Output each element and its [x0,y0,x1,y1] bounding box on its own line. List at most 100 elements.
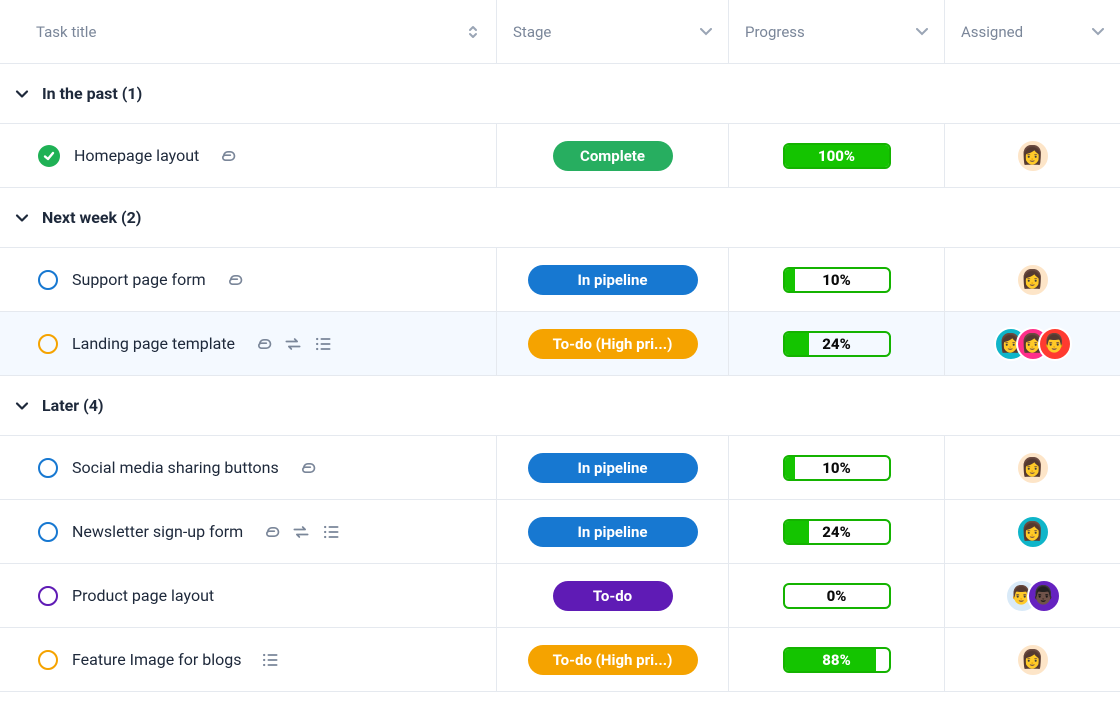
progress-bar[interactable]: 24% [783,519,891,545]
avatar-stack[interactable]: 👩 [1016,643,1050,677]
stage-cell[interactable]: To-do [496,564,728,627]
task-title-cell[interactable]: Product page layout [0,564,496,627]
caret-down-icon[interactable] [700,28,712,36]
column-header-title[interactable]: Task title [0,0,496,63]
status-check-icon[interactable] [38,145,60,167]
subtasks-icon[interactable] [313,334,333,354]
avatar[interactable]: 👩 [1016,515,1050,549]
task-row[interactable]: Feature Image for blogs To-do (High pri.… [0,628,1120,692]
attachment-icon[interactable] [261,522,281,542]
attachment-icon[interactable] [217,146,237,166]
assigned-cell[interactable]: 👩 [944,628,1120,691]
task-title-cell[interactable]: Landing page template [0,312,496,375]
chevron-down-icon[interactable] [14,210,30,226]
assigned-cell[interactable]: 👩 [944,500,1120,563]
progress-fill [785,457,795,479]
stage-pill[interactable]: In pipeline [528,517,698,547]
stage-pill[interactable]: Complete [553,141,673,171]
caret-down-icon[interactable] [1092,28,1104,36]
stage-cell[interactable]: To-do (High pri...) [496,628,728,691]
progress-cell[interactable]: 10% [728,248,944,311]
assigned-cell[interactable]: 👨👨🏿 [944,564,1120,627]
task-row[interactable]: Support page form In pipeline 10% 👩 [0,248,1120,312]
stage-cell[interactable]: In pipeline [496,500,728,563]
task-title-cell[interactable]: Newsletter sign-up form [0,500,496,563]
group-header-row[interactable]: Later (4) [0,376,1120,436]
avatar[interactable]: 👨 [1038,327,1072,361]
progress-cell[interactable]: 100% [728,124,944,187]
stage-cell[interactable]: To-do (High pri...) [496,312,728,375]
recurring-icon[interactable] [283,334,303,354]
avatar-stack[interactable]: 👩 [1016,263,1050,297]
subtasks-icon[interactable] [321,522,341,542]
task-title: Support page form [72,270,206,289]
status-ring-icon[interactable] [38,522,58,542]
assigned-cell[interactable]: 👩 [944,436,1120,499]
progress-bar[interactable]: 88% [783,647,891,673]
stage-pill[interactable]: To-do (High pri...) [528,645,698,675]
task-meta-icons [297,458,317,478]
avatar[interactable]: 👩 [1016,263,1050,297]
stage-cell[interactable]: Complete [496,124,728,187]
progress-bar[interactable]: 0% [783,583,891,609]
stage-pill[interactable]: To-do (High pri...) [528,329,698,359]
avatar-stack[interactable]: 👨👨🏿 [1005,579,1061,613]
assigned-cell[interactable]: 👩 [944,248,1120,311]
progress-cell[interactable]: 24% [728,500,944,563]
progress-bar[interactable]: 10% [783,267,891,293]
status-ring-icon[interactable] [38,458,58,478]
progress-cell[interactable]: 24% [728,312,944,375]
progress-bar[interactable]: 100% [783,143,891,169]
attachment-icon[interactable] [297,458,317,478]
stage-cell[interactable]: In pipeline [496,436,728,499]
avatar-image: 👩 [1021,145,1043,166]
status-ring-icon[interactable] [38,334,58,354]
progress-cell[interactable]: 10% [728,436,944,499]
recurring-icon[interactable] [291,522,311,542]
attachment-icon[interactable] [224,270,244,290]
sort-icon[interactable] [466,24,480,40]
subtasks-icon[interactable] [260,650,280,670]
progress-cell[interactable]: 88% [728,628,944,691]
assigned-cell[interactable]: 👩👩👨 [944,312,1120,375]
group-header-row[interactable]: Next week (2) [0,188,1120,248]
task-meta-icons [224,270,244,290]
progress-fill [785,333,810,355]
progress-bar[interactable]: 10% [783,455,891,481]
avatar-stack[interactable]: 👩 [1016,451,1050,485]
column-header-assigned[interactable]: Assigned [944,0,1120,63]
chevron-down-icon[interactable] [14,86,30,102]
group-header-row[interactable]: In the past (1) [0,64,1120,124]
avatar[interactable]: 👩 [1016,139,1050,173]
task-row[interactable]: Newsletter sign-up form In pipeline 24% 👩 [0,500,1120,564]
progress-bar[interactable]: 24% [783,331,891,357]
stage-cell[interactable]: In pipeline [496,248,728,311]
task-title-cell[interactable]: Support page form [0,248,496,311]
avatar-stack[interactable]: 👩 [1016,515,1050,549]
avatar[interactable]: 👨🏿 [1027,579,1061,613]
assigned-cell[interactable]: 👩 [944,124,1120,187]
status-ring-icon[interactable] [38,270,58,290]
avatar-stack[interactable]: 👩 [1016,139,1050,173]
stage-pill[interactable]: In pipeline [528,453,698,483]
attachment-icon[interactable] [253,334,273,354]
column-header-progress[interactable]: Progress [728,0,944,63]
avatar-stack[interactable]: 👩👩👨 [994,327,1072,361]
task-title-cell[interactable]: Homepage layout [0,124,496,187]
progress-cell[interactable]: 0% [728,564,944,627]
task-row[interactable]: Landing page template To-do (High pri...… [0,312,1120,376]
task-row[interactable]: Product page layout To-do 0% 👨👨🏿 [0,564,1120,628]
task-row[interactable]: Homepage layout Complete 100% 👩 [0,124,1120,188]
status-ring-icon[interactable] [38,650,58,670]
stage-pill[interactable]: To-do [553,581,673,611]
stage-pill[interactable]: In pipeline [528,265,698,295]
task-title-cell[interactable]: Feature Image for blogs [0,628,496,691]
task-row[interactable]: Social media sharing buttons In pipeline 1… [0,436,1120,500]
avatar[interactable]: 👩 [1016,451,1050,485]
task-title-cell[interactable]: Social media sharing buttons [0,436,496,499]
chevron-down-icon[interactable] [14,398,30,414]
caret-down-icon[interactable] [916,28,928,36]
column-header-stage[interactable]: Stage [496,0,728,63]
status-ring-icon[interactable] [38,586,58,606]
avatar[interactable]: 👩 [1016,643,1050,677]
